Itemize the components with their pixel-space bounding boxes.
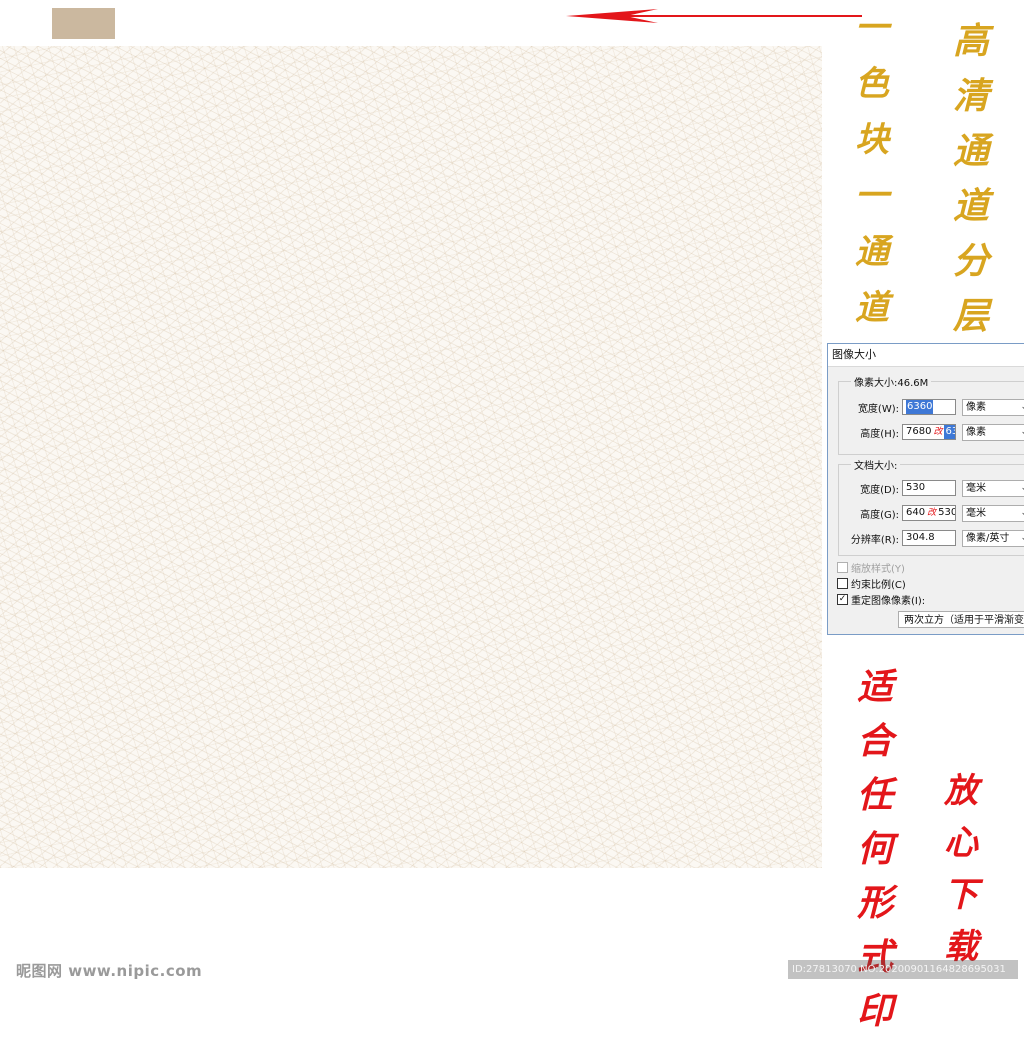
checkbox-icon: ✓ (837, 594, 848, 605)
pixel-height-old: 7680 (906, 426, 932, 437)
promo-char: 块 (855, 120, 889, 160)
pixel-width-input[interactable]: 6360 (902, 399, 956, 415)
crackle-texture-canvas (0, 46, 822, 868)
promo-char: 适 (857, 666, 894, 708)
chevron-down-icon: ⌄ (1020, 424, 1024, 441)
pixel-height-unit: 像素 (966, 426, 986, 438)
promo-char: 道 (855, 288, 889, 328)
doc-height-change-mark: 改 (927, 508, 937, 518)
doc-height-value: 530 (938, 507, 956, 518)
promo-char: 心 (944, 823, 978, 863)
pixel-height-row: 高度(H): 7680改6360 像素 ⌄ (839, 422, 1024, 442)
promo-color-block-channel: 一色块一通道 (855, 0, 889, 336)
image-size-dialog: 图像大小 像素大小:46.6M 宽度(W): 6360 像素 ⌄ 高度(H): … (827, 343, 1024, 635)
pixel-height-unit-select[interactable]: 像素 ⌄ (962, 423, 1024, 441)
dialog-title: 图像大小 (828, 344, 1024, 367)
promo-char: 下 (944, 875, 978, 915)
constrain-proportions-label: 约束比例(C) (851, 580, 906, 591)
resolution-label: 分辨率(R): (850, 534, 899, 546)
promo-char: 放 (944, 771, 978, 811)
promo-char: 层 (953, 295, 990, 337)
chevron-down-icon: ⌄ (1020, 480, 1024, 497)
checkbox-icon (837, 578, 848, 589)
doc-height-input[interactable]: 640 改 530 (902, 505, 956, 521)
promo-safe-download: 放心下载 (944, 765, 978, 973)
doc-height-unit: 毫米 (966, 507, 986, 519)
promo-char: 形 (857, 882, 894, 924)
doc-width-unit: 毫米 (966, 482, 986, 494)
resolution-unit-select[interactable]: 像素/英寸 ⌄ (962, 529, 1024, 547)
promo-char: 一 (855, 8, 889, 48)
resolution-unit: 像素/英寸 (966, 532, 1010, 544)
resample-checkbox[interactable]: ✓ 重定图像像素(I): (837, 592, 925, 607)
chevron-down-icon: ⌄ (1020, 399, 1024, 416)
scale-styles-label: 缩放样式(Y) (851, 564, 905, 575)
pixel-dimensions-group: 像素大小:46.6M 宽度(W): 6360 像素 ⌄ 高度(H): 7680改… (838, 374, 1024, 455)
promo-char: 任 (857, 774, 894, 816)
promo-hd-channel-layers: 高清通道分层 (953, 14, 989, 344)
promo-char: 清 (953, 75, 990, 117)
doc-height-label: 高度(G): (860, 509, 899, 521)
promo-char: 道 (953, 185, 990, 227)
checkbox-icon (837, 562, 848, 573)
promo-char: 分 (953, 240, 990, 282)
chevron-down-icon: ⌄ (1020, 505, 1024, 522)
document-size-legend: 文档大小: (851, 457, 901, 472)
promo-any-print: 适合任何形式印 (857, 660, 893, 1038)
pixel-height-value: 6360 (944, 425, 955, 439)
promo-char: 何 (857, 828, 894, 870)
pixel-width-row: 宽度(W): 6360 像素 ⌄ (839, 397, 1024, 417)
pixel-dimensions-legend: 像素大小:46.6M (851, 374, 932, 389)
promo-char: 通 (855, 232, 889, 272)
chevron-down-icon: ⌄ (1020, 530, 1024, 547)
resolution-row: 分辨率(R): 304.8 像素/英寸 ⌄ (839, 528, 1024, 548)
resample-label: 重定图像像素(I): (851, 596, 926, 607)
promo-char: 印 (857, 990, 894, 1032)
promo-char: 色 (855, 64, 889, 104)
pixel-width-label: 宽度(W): (857, 403, 899, 415)
pixel-width-unit: 像素 (966, 401, 986, 413)
doc-height-old: 640 (906, 507, 926, 518)
promo-char: 通 (953, 130, 990, 172)
promo-char: 合 (857, 720, 894, 762)
scale-styles-checkbox[interactable]: 缩放样式(Y) (837, 560, 905, 575)
pixel-height-input[interactable]: 7680改6360 (902, 424, 956, 440)
pixel-width-value: 6360 (906, 400, 934, 414)
doc-width-input[interactable]: 530 (902, 480, 956, 496)
resolution-value: 304.8 (906, 532, 935, 543)
doc-width-value: 530 (906, 482, 926, 493)
doc-width-label: 宽度(D): (860, 484, 899, 496)
resolution-input[interactable]: 304.8 (902, 530, 956, 546)
pixel-width-unit-select[interactable]: 像素 ⌄ (962, 398, 1024, 416)
doc-height-unit-select[interactable]: 毫米 ⌄ (962, 504, 1024, 522)
doc-height-row: 高度(G): 640改530 毫米 ⌄ (839, 503, 1024, 523)
constrain-proportions-checkbox[interactable]: 约束比例(C) (837, 576, 906, 591)
pixel-height-change-mark: 改 (933, 427, 943, 437)
image-id-watermark: ID:27813070 NO:20200901164828695031 (788, 960, 1018, 979)
promo-char: 一 (855, 176, 889, 216)
document-size-group: 文档大小: 宽度(D): 530 毫米 ⌄ 高度(G): 640改530 毫米 … (838, 457, 1024, 556)
promo-char: 高 (953, 20, 990, 62)
pixel-height-label: 高度(H): (860, 428, 899, 440)
color-swatch (52, 8, 115, 39)
resample-method-select[interactable]: 两次立方（适用于平滑渐变 (898, 611, 1024, 628)
site-watermark: 昵图网 www.nipic.com (16, 962, 203, 980)
doc-width-row: 宽度(D): 530 毫米 ⌄ (839, 478, 1024, 498)
arrow-left-icon (566, 9, 862, 23)
doc-width-unit-select[interactable]: 毫米 ⌄ (962, 479, 1024, 497)
